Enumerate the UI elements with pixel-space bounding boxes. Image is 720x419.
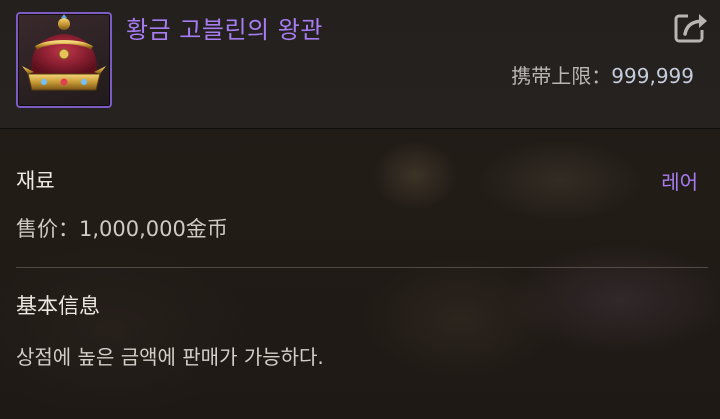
item-description: 상점에 높은 금액에 판매가 가능하다. [16, 345, 324, 369]
item-tooltip-panel: 황금 고블린의 왕관 携带上限：999,999 재료 레어 售价：1,000,0… [0, 0, 720, 419]
carry-limit-value: 999,999 [611, 64, 694, 88]
rarity-label: 레어 [661, 170, 698, 194]
item-name: 황금 고블린의 왕관 [126, 16, 323, 44]
sell-price: 售价：1,000,000金币 [16, 217, 228, 241]
basic-info-title: 基本信息 [16, 294, 100, 318]
section-divider [16, 267, 708, 268]
golden-crown-icon [16, 12, 112, 108]
share-button[interactable] [674, 10, 710, 44]
carry-limit: 携带上限：999,999 [511, 60, 694, 89]
share-export-icon [674, 12, 710, 43]
item-category: 재료 [16, 169, 55, 193]
carry-limit-label: 携带上限： [511, 64, 612, 88]
